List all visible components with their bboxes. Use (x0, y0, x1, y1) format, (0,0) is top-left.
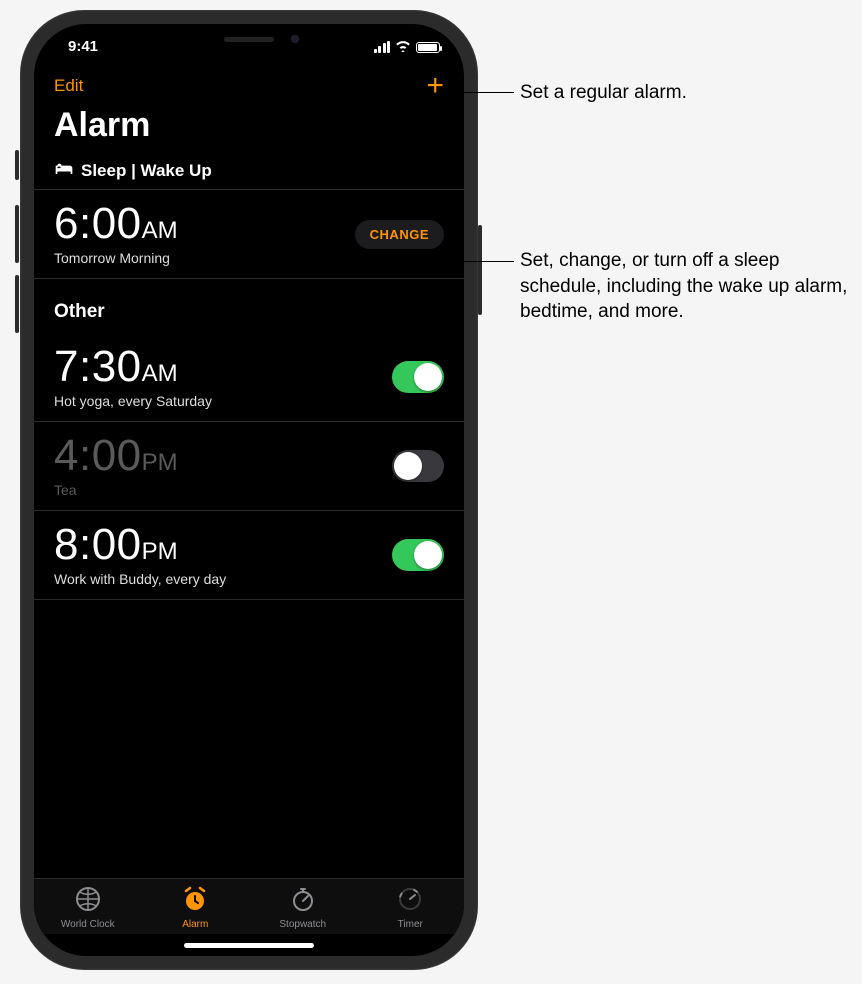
callout-change-sleep: Set, change, or turn off a sleep schedul… (520, 248, 850, 325)
home-indicator[interactable] (34, 934, 464, 956)
tab-label: Alarm (182, 919, 208, 930)
phone-frame: 9:41 Edit + Alarm Sleep | Wake Up (20, 10, 478, 970)
stopwatch-icon (289, 885, 317, 916)
alarm-time: 4:00 (54, 431, 142, 480)
alarm-time: 7:30 (54, 342, 142, 391)
timer-icon (396, 885, 424, 916)
sleep-section-title: Sleep | Wake Up (81, 161, 212, 181)
other-section-header: Other (34, 279, 464, 333)
tab-label: Timer (398, 919, 423, 930)
callout-leader-line (430, 261, 514, 262)
world-clock-icon (74, 885, 102, 916)
add-alarm-button[interactable]: + (426, 77, 444, 95)
tab-bar: World Clock Alarm Stopwatch Timer (34, 878, 464, 934)
sleep-wake-time: 6:00 (54, 199, 142, 248)
sleep-wake-subtitle: Tomorrow Morning (54, 250, 178, 266)
alarm-row[interactable]: 4:00PM Tea (34, 422, 464, 511)
speaker-grille (224, 37, 274, 42)
wifi-icon (395, 39, 411, 55)
alarm-ampm: AM (142, 360, 178, 387)
notch (154, 24, 344, 54)
tab-world-clock[interactable]: World Clock (34, 885, 142, 930)
sleep-wake-ampm: AM (142, 217, 178, 244)
volume-up-button (15, 205, 19, 263)
phone-screen: 9:41 Edit + Alarm Sleep | Wake Up (34, 24, 464, 956)
sleep-wake-row[interactable]: 6:00AM Tomorrow Morning CHANGE (34, 190, 464, 279)
alarm-label: Hot yoga, every Saturday (54, 393, 212, 409)
bed-icon (54, 161, 74, 181)
alarm-label: Tea (54, 482, 178, 498)
alarm-toggle[interactable] (392, 539, 444, 571)
alarm-label: Work with Buddy, every day (54, 571, 226, 587)
volume-down-button (15, 275, 19, 333)
callout-add-alarm: Set a regular alarm. (520, 80, 687, 106)
battery-icon (416, 42, 440, 53)
alarm-row[interactable]: 8:00PM Work with Buddy, every day (34, 511, 464, 600)
nav-bar: Edit + (34, 68, 464, 100)
tab-stopwatch[interactable]: Stopwatch (249, 885, 357, 930)
change-sleep-button[interactable]: CHANGE (355, 220, 444, 249)
alarm-ampm: PM (142, 538, 178, 565)
alarm-row[interactable]: 7:30AM Hot yoga, every Saturday (34, 333, 464, 422)
status-time: 9:41 (58, 38, 98, 55)
alarm-toggle[interactable] (392, 450, 444, 482)
tab-timer[interactable]: Timer (357, 885, 465, 930)
alarm-toggle[interactable] (392, 361, 444, 393)
sleep-section-header: Sleep | Wake Up (34, 155, 464, 190)
alarm-ampm: PM (142, 449, 178, 476)
alarm-list: Sleep | Wake Up 6:00AM Tomorrow Morning … (34, 155, 464, 878)
front-camera (291, 35, 299, 43)
cellular-signal-icon (374, 41, 391, 53)
tab-alarm[interactable]: Alarm (142, 885, 250, 930)
tab-label: World Clock (61, 919, 115, 930)
power-button (478, 225, 482, 315)
alarm-clock-icon (181, 885, 209, 916)
alarm-time: 8:00 (54, 520, 142, 569)
edit-button[interactable]: Edit (54, 76, 83, 96)
callout-leader-line (444, 92, 514, 93)
page-title: Alarm (34, 100, 464, 155)
mute-switch (15, 150, 19, 180)
tab-label: Stopwatch (279, 919, 326, 930)
